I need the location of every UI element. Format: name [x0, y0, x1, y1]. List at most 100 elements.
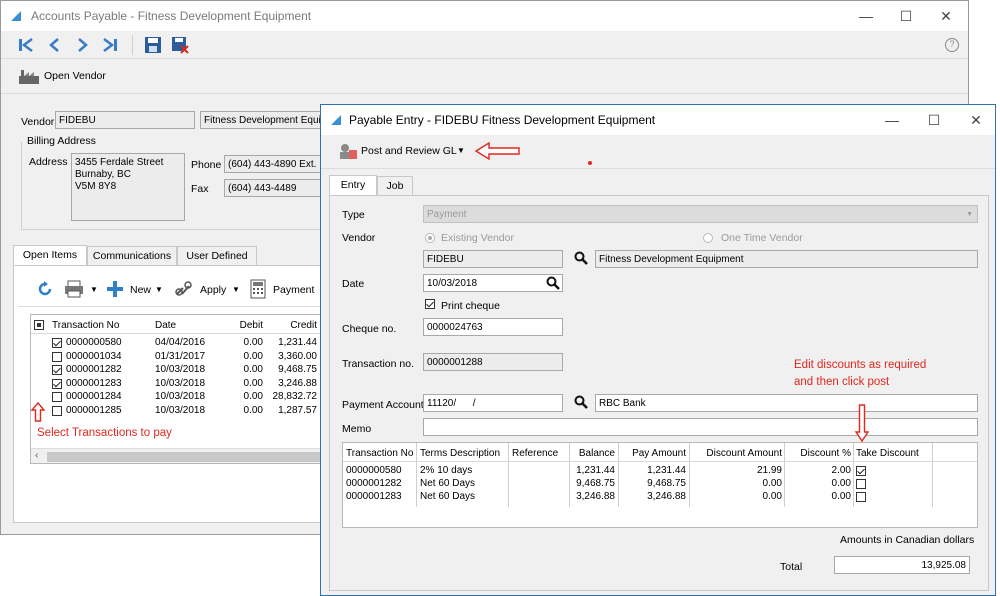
next-record-icon[interactable] — [73, 36, 91, 54]
column-take-discount[interactable]: Take Discount — [856, 448, 919, 459]
pay-amount-cell[interactable]: 1,231.44 — [619, 464, 686, 477]
payment-account-name-field[interactable]: RBC Bank — [595, 394, 978, 412]
row-select-checkbox[interactable] — [52, 351, 62, 364]
column-reference[interactable]: Reference — [512, 448, 558, 459]
entry-toolbar-line — [321, 168, 995, 169]
existing-vendor-label[interactable]: Existing Vendor — [441, 232, 514, 244]
print-cheque-checkbox[interactable] — [425, 298, 435, 310]
column-balance[interactable]: Balance — [559, 448, 615, 459]
discount-amount-cell[interactable]: 0.00 — [693, 477, 782, 490]
vendor-label: Vendor — [342, 232, 376, 244]
existing-vendor-radio[interactable] — [425, 233, 435, 243]
discount-pct-cell[interactable]: 0.00 — [787, 490, 851, 503]
discount-pct-cell[interactable]: 0.00 — [787, 477, 851, 490]
apply-label[interactable]: Apply — [200, 284, 226, 296]
date-search-icon[interactable] — [546, 276, 560, 290]
entry-maximize-button[interactable]: ☐ — [914, 108, 954, 132]
maximize-button[interactable]: ☐ — [886, 4, 926, 28]
minimize-button[interactable]: — — [846, 4, 886, 28]
tab-user-defined[interactable]: User Defined — [177, 246, 257, 266]
column-debit[interactable]: Debit — [227, 320, 263, 331]
entry-close-button[interactable]: ✕ — [956, 108, 996, 132]
vendor-name-field[interactable]: Fitness Development Equipment — [595, 250, 978, 268]
apply-icon[interactable] — [174, 280, 194, 298]
entry-minimize-button[interactable]: — — [872, 108, 912, 132]
print-cheque-label[interactable]: Print cheque — [441, 300, 500, 312]
table-row[interactable]: ›000000103401/31/20170.003,360.00 — [31, 350, 325, 364]
payment-account-label: Payment Account — [342, 399, 424, 411]
vendor-name-field[interactable]: Fitness Development Equip — [200, 111, 324, 129]
discount-amount-cell[interactable]: 21.99 — [693, 464, 782, 477]
column-discount-amount[interactable]: Discount Amount — [693, 448, 782, 459]
address-field[interactable]: 3455 Ferdale Street Burnaby, BC V5M 8Y8 — [71, 153, 185, 221]
memo-field[interactable] — [423, 418, 978, 436]
save-icon[interactable] — [144, 36, 162, 54]
tab-communications[interactable]: Communications — [87, 246, 177, 266]
previous-record-icon[interactable] — [46, 36, 64, 54]
tab-open-items[interactable]: Open Items — [13, 245, 87, 266]
table-row[interactable]: 0000001282 10/03/2018 0.00 9,468.75 — [31, 363, 325, 377]
table-row[interactable]: 0000000580 2% 10 days 1,231.44 1,231.44 21.9… — [343, 464, 977, 477]
table-row[interactable]: 0000001282 Net 60 Days 9,468.75 9,468.75 0.0… — [343, 477, 977, 490]
take-discount-checkbox[interactable] — [856, 491, 866, 504]
row-select-checkbox[interactable] — [52, 337, 62, 350]
date-field[interactable]: 10/03/2018 — [423, 274, 563, 292]
column-pay-amount[interactable]: Pay Amount — [619, 448, 686, 459]
column-credit[interactable]: Credit — [271, 320, 317, 331]
help-icon[interactable]: ? — [945, 38, 959, 52]
payment-account-search-icon[interactable] — [574, 395, 588, 409]
fax-field[interactable]: (604) 443-4489 — [224, 179, 324, 197]
vendor-code-field[interactable]: FIDEBU — [55, 111, 195, 129]
discount-pct-cell[interactable]: 2.00 — [787, 464, 851, 477]
print-dropdown-icon[interactable]: ▼ — [90, 285, 98, 294]
first-record-icon[interactable] — [17, 36, 35, 54]
table-row[interactable]: 0000000580 04/04/2016 0.00 1,231.44 — [31, 336, 325, 350]
row-select-checkbox[interactable] — [52, 364, 62, 377]
one-time-vendor-radio[interactable] — [703, 233, 713, 243]
column-discount-pct[interactable]: Discount % — [787, 448, 851, 459]
payment-label[interactable]: Payment — [273, 284, 314, 296]
payment-account-field[interactable]: 11120/ / — [423, 394, 563, 412]
table-row[interactable]: 0000001284 10/03/2018 0.00 28,832.72 — [31, 390, 325, 404]
new-label[interactable]: New — [130, 284, 151, 296]
row-select-checkbox[interactable] — [52, 378, 62, 391]
cheque-no-field[interactable]: 0000024763 — [423, 318, 563, 336]
post-and-review-button[interactable]: Post and Review GL ▼ — [335, 141, 470, 161]
type-select[interactable]: Payment ▼ — [423, 205, 978, 223]
column-transaction-no[interactable]: Transaction No — [346, 448, 413, 459]
refresh-icon[interactable] — [37, 281, 53, 297]
tab-entry[interactable]: Entry — [329, 175, 377, 196]
save-and-close-icon[interactable] — [171, 36, 189, 54]
new-button[interactable] — [106, 280, 124, 298]
terms-description-cell: Net 60 Days — [420, 491, 476, 502]
post-dropdown-icon[interactable]: ▼ — [457, 146, 465, 155]
last-record-icon[interactable] — [101, 36, 119, 54]
column-transaction-no[interactable]: Transaction No — [52, 320, 119, 331]
transaction-no-field[interactable]: 0000001288 — [423, 353, 563, 371]
scrollbar-thumb[interactable] — [47, 452, 323, 462]
new-dropdown-icon[interactable]: ▼ — [155, 285, 163, 294]
pay-amount-cell[interactable]: 9,468.75 — [619, 477, 686, 490]
vendor-code-field[interactable]: FIDEBU — [423, 250, 563, 268]
row-select-checkbox[interactable] — [52, 405, 62, 418]
discount-amount-cell[interactable]: 0.00 — [693, 490, 782, 503]
table-row[interactable]: 0000001285 10/03/2018 0.00 1,287.57 — [31, 404, 325, 418]
column-terms-description[interactable]: Terms Description — [420, 448, 500, 459]
close-button[interactable]: ✕ — [926, 4, 966, 28]
print-icon[interactable] — [64, 280, 84, 298]
apply-dropdown-icon[interactable]: ▼ — [232, 285, 240, 294]
pay-amount-cell[interactable]: 3,246.88 — [619, 490, 686, 503]
one-time-vendor-label[interactable]: One Time Vendor — [721, 232, 803, 244]
row-select-checkbox[interactable] — [52, 391, 62, 404]
column-date[interactable]: Date — [155, 320, 176, 331]
horizontal-scrollbar[interactable]: ‹ — [31, 448, 325, 463]
select-all-checkbox[interactable] — [34, 320, 44, 330]
scroll-left-icon[interactable]: ‹ — [35, 450, 38, 461]
type-dropdown-icon[interactable]: ▼ — [966, 207, 973, 222]
phone-field[interactable]: (604) 443-4890 Ext. — [224, 155, 324, 173]
vendor-search-icon[interactable] — [574, 251, 588, 265]
tab-job[interactable]: Job — [377, 176, 413, 196]
table-row[interactable]: 0000001283 Net 60 Days 3,246.88 3,246.88 0.0… — [343, 490, 977, 504]
payment-icon[interactable] — [249, 279, 267, 299]
table-row[interactable]: 0000001283 10/03/2018 0.00 3,246.88 — [31, 377, 325, 391]
